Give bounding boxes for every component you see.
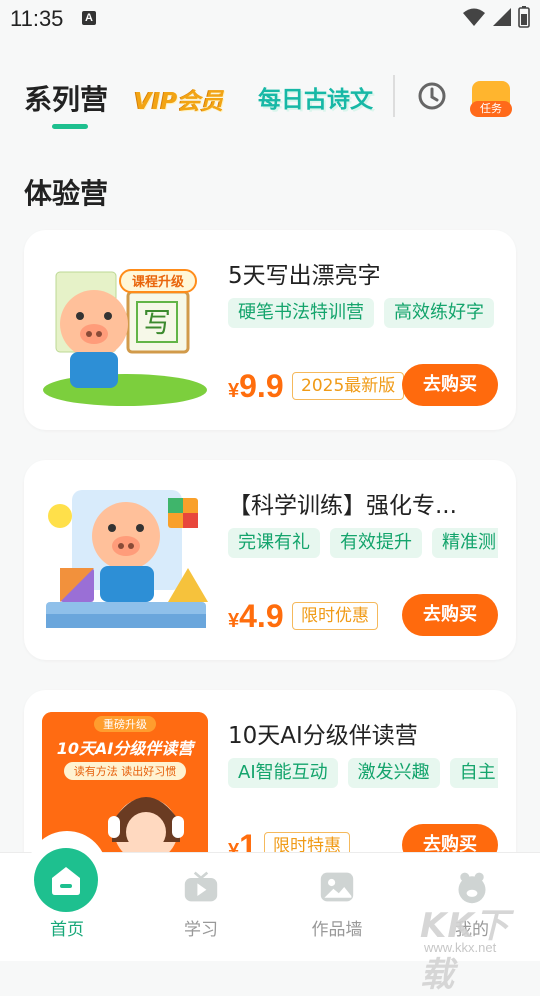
nav-item-home[interactable]: 首页 — [17, 831, 117, 961]
course-price: ¥9.9 — [228, 368, 284, 405]
watermark-url: www.kkx.net — [424, 940, 497, 955]
wifi-icon — [463, 8, 485, 26]
currency-symbol: ¥ — [228, 610, 240, 632]
thumb-top-label: 重磅升级 — [103, 717, 147, 731]
course-card[interactable]: 【科学训练】强化专... 完课有礼 有效提升 精准测 ¥4.9 限时优惠 去购买 — [24, 460, 516, 660]
buy-button[interactable]: 去购买 — [402, 594, 498, 636]
header-divider — [393, 75, 395, 117]
price-value: 9.9 — [239, 368, 284, 404]
thumb-character: 写 — [143, 306, 171, 339]
video-icon — [184, 871, 218, 902]
course-title: 【科学训练】强化专... — [228, 493, 457, 519]
course-tag: 有效提升 — [330, 528, 422, 558]
course-tag: 激发兴趣 — [347, 758, 440, 788]
course-tag: 自主 — [449, 758, 498, 788]
currency-symbol: ¥ — [228, 380, 240, 402]
status-icons — [462, 6, 530, 28]
course-card[interactable]: 写 课程升级 5天写出漂亮字 硬笔书法特训营 高效练好字 ¥9.9 2025最新版… — [24, 230, 516, 430]
course-tags: 完课有礼 有效提升 精准测 — [228, 528, 498, 560]
app-notification-icon: A — [82, 11, 96, 25]
gallery-icon — [320, 872, 354, 902]
course-tag: 完课有礼 — [228, 528, 320, 558]
tab-series-camp[interactable]: 系列营 — [24, 78, 108, 118]
signal-icon — [493, 8, 511, 26]
status-bar: 11:35 A — [0, 0, 540, 38]
section-title: 体验营 — [24, 177, 109, 210]
promo-badge: 限时优惠 — [292, 602, 378, 630]
history-clock-icon[interactable] — [416, 80, 448, 112]
course-tags: 硬笔书法特训营 高效练好字 — [228, 298, 498, 330]
course-title: 5天写出漂亮字 — [228, 263, 381, 289]
task-label: 任务 — [470, 101, 512, 117]
thumb-subtitle: 读有方法 读出好习惯 — [74, 764, 177, 778]
science-pig-illustration — [46, 490, 208, 628]
course-tag: 高效练好字 — [384, 298, 494, 328]
nav-item-study[interactable]: 学习 — [151, 853, 251, 961]
nav-label-study: 学习 — [184, 920, 218, 940]
status-time: 11:35 — [10, 6, 64, 31]
tab-daily-poem[interactable]: 每日古诗文 — [258, 80, 373, 114]
nav-item-gallery[interactable]: 作品墙 — [287, 853, 387, 961]
course-tag: 精准测 — [432, 528, 498, 558]
course-tag: AI智能互动 — [228, 758, 338, 788]
tab-vip-member[interactable]: VIP会员 — [134, 82, 223, 116]
top-tab-bar: 系列营 VIP会员 每日古诗文 任务 — [0, 60, 540, 140]
task-button[interactable]: 任务 — [470, 75, 512, 119]
course-price: ¥4.9 — [228, 598, 284, 635]
price-value: 4.9 — [239, 598, 284, 634]
course-tag: 硬笔书法特训营 — [228, 298, 374, 328]
active-tab-indicator — [52, 124, 88, 129]
course-tags: AI智能互动 激发兴趣 自主 — [228, 758, 498, 790]
nav-label-home: 首页 — [50, 920, 84, 940]
thumb-upgrade-badge: 课程升级 — [132, 274, 185, 290]
nav-label-gallery: 作品墙 — [311, 920, 363, 940]
battery-icon — [518, 6, 530, 28]
thumb-title: 10天AI分级伴读营 — [57, 739, 197, 758]
course-title: 10天AI分级伴读营 — [228, 723, 418, 749]
course-thumbnail: 写 课程升级 — [42, 252, 208, 408]
course-thumbnail — [42, 482, 208, 638]
calligraphy-pig-illustration: 写 课程升级 — [43, 269, 207, 406]
buy-button[interactable]: 去购买 — [402, 364, 498, 406]
promo-badge: 2025最新版 — [292, 372, 405, 400]
home-icon — [34, 848, 98, 912]
